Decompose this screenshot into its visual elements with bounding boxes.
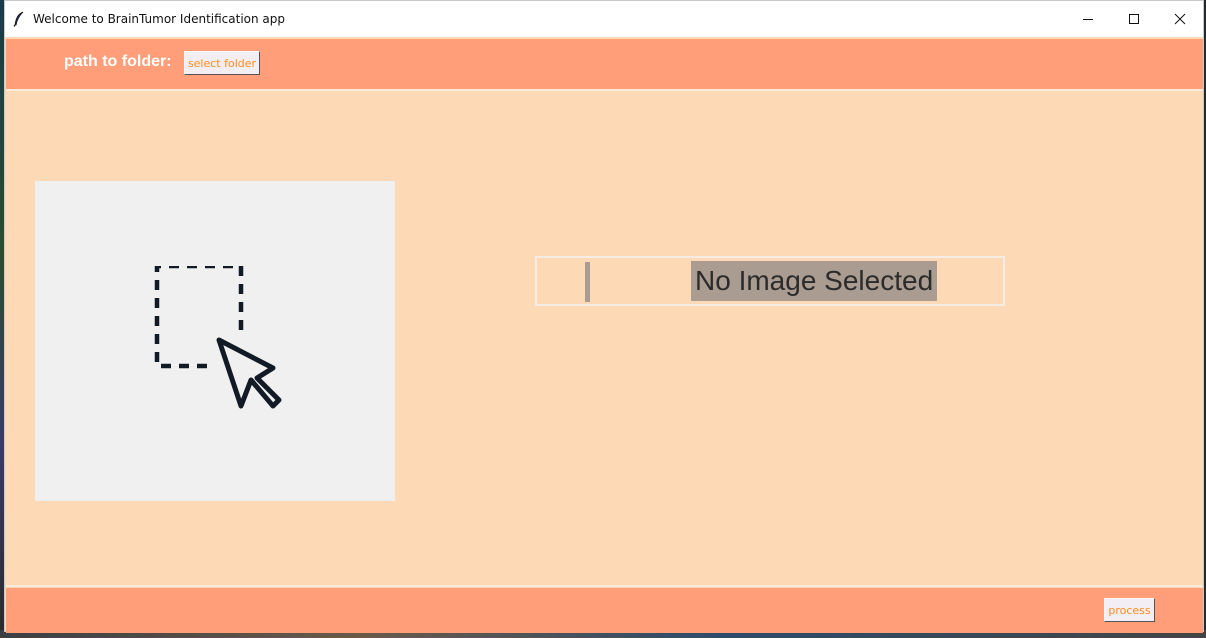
maximize-icon — [1129, 14, 1139, 24]
action-bar: process — [6, 588, 1203, 633]
folder-toolbar: path to folder: select folder — [6, 39, 1203, 89]
process-button[interactable]: process — [1104, 598, 1155, 622]
window-title: Welcome to BrainTumor Identification app — [33, 12, 285, 26]
title-bar: Welcome to BrainTumor Identification app — [5, 1, 1203, 37]
image-drop-zone[interactable] — [35, 181, 395, 501]
divider — [6, 89, 1203, 91]
minimize-icon — [1083, 19, 1093, 20]
close-button[interactable] — [1157, 1, 1203, 37]
minimize-button[interactable] — [1065, 1, 1111, 37]
select-folder-button[interactable]: select folder — [184, 51, 260, 75]
maximize-button[interactable] — [1111, 1, 1157, 37]
main-panel: No Image Selected — [6, 92, 1203, 585]
divider — [6, 585, 1203, 587]
status-display: No Image Selected — [535, 256, 1005, 306]
app-window: Welcome to BrainTumor Identification app… — [4, 0, 1204, 633]
status-text: No Image Selected — [691, 261, 938, 301]
path-label: path to folder: — [64, 53, 172, 70]
close-icon — [1174, 13, 1186, 25]
drag-select-cursor-icon — [154, 266, 282, 409]
text-cursor — [585, 262, 590, 302]
window-controls — [1065, 1, 1203, 37]
feather-icon — [5, 1, 33, 37]
